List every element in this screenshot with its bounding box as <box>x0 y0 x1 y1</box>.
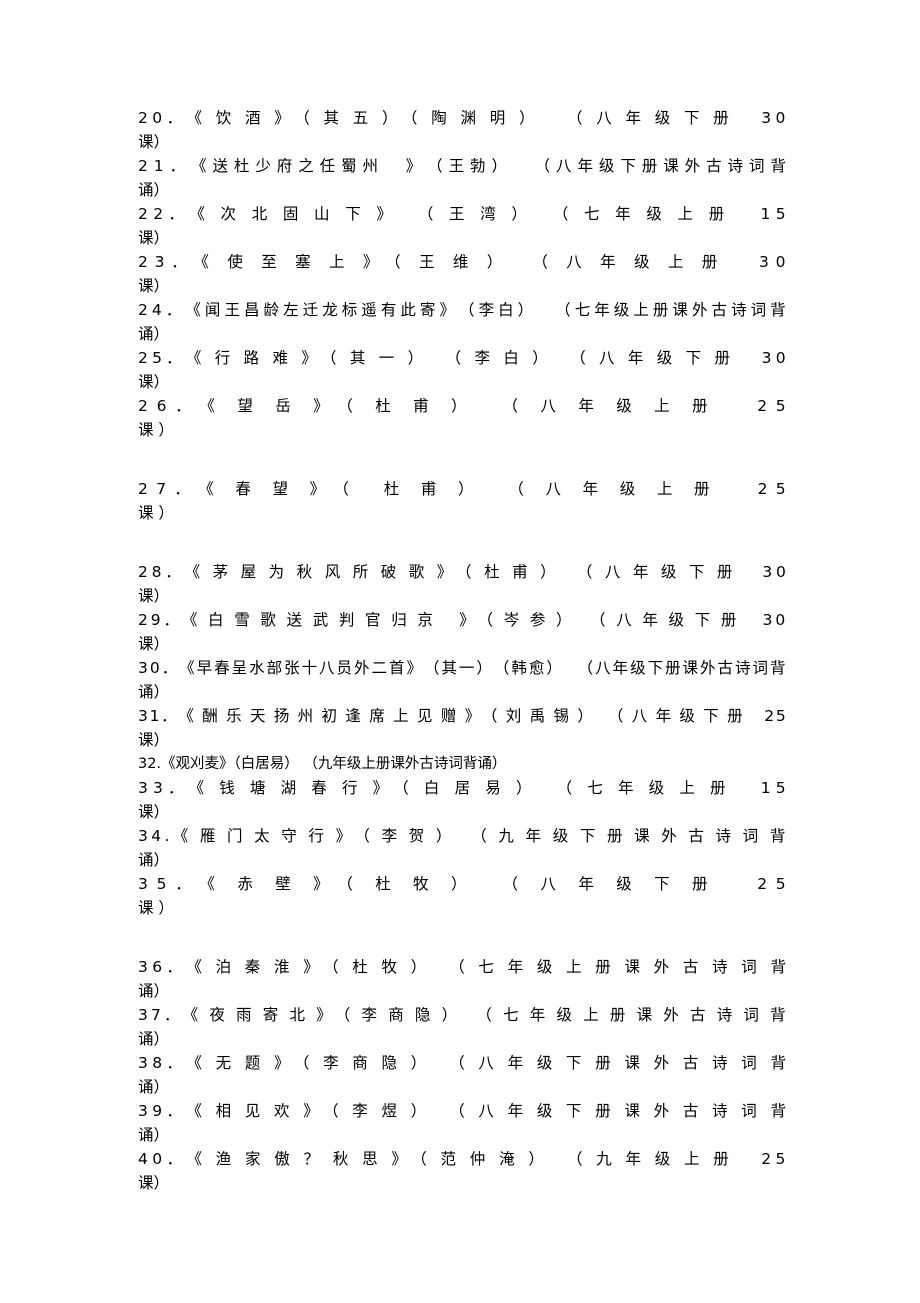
list-item: 2 4 ．《闻王昌龄左迁龙标遥有此寄》（李白） （七年级上册课外古诗词背诵） <box>138 298 786 346</box>
list-item-line-primary-text: 2 3 ．《 使 至 塞 上 》（ 王 维 ） （ 八 年 级 上 册 30 <box>138 253 786 271</box>
list-item-line-primary: 4 0 ．《 渔 家 傲 ？ 秋 思 》（ 范 仲 淹 ） （ 九 年 级 上 册 … <box>138 1147 786 1171</box>
list-item-line-primary: 3 1 ．《 酬 乐 天 扬 州 初 逢 席 上 见 赠 》（ 刘 禹 锡 ） （ … <box>138 704 786 728</box>
list-item: 3 1 ．《 酬 乐 天 扬 州 初 逢 席 上 见 赠 》（ 刘 禹 锡 ） （ … <box>138 704 786 752</box>
list-item-line-primary-text: 3 4. 《 雁 门 太 守 行 》（ 李 贺 ） （ 九 年 级 下 册 课 外 … <box>138 827 786 845</box>
list-item-line-primary: 3 0 ．《早春呈水部张十八员外二首》（其一）（韩愈） （八年级下册课外古诗词背 <box>138 656 786 680</box>
list-item-line-primary: 3 3 ．《 钱 塘 湖 春 行 》（ 白 居 易 ） （ 七 年 级 上 册 15 <box>138 776 786 800</box>
list-item-line-primary: 2 0 ．《 饮 酒 》（ 其 五 ）（ 陶 渊 明 ） （ 八 年 级 下 册 3… <box>138 106 786 130</box>
list-item-line-primary-text: 3 1 ．《 酬 乐 天 扬 州 初 逢 席 上 见 赠 》（ 刘 禹 锡 ） （ … <box>138 707 786 725</box>
list-item-line-primary: 2 7 ．《 春 望 》（ 杜 甫 ） （ 八 年 级 上 册 25 <box>138 477 786 501</box>
list-item-line-primary-text: 3 9 ．《 相 见 欢 》（ 李 煜 ） （ 八 年 级 下 册 课 外 古 诗 … <box>138 1102 786 1120</box>
list-item-line-primary: 3 4. 《 雁 门 太 守 行 》（ 李 贺 ） （ 九 年 级 下 册 课 外 … <box>138 824 786 848</box>
list-item-line-continuation: 课 ） <box>138 504 174 522</box>
list-item-line-continuation: 诵） <box>138 982 170 1000</box>
list-item-line-primary-text: 3 6 ．《 泊 秦 淮 》（ 杜 牧 ） （ 七 年 级 上 册 课 外 古 诗 … <box>138 958 786 976</box>
list-item-line-primary: 2 3 ．《 使 至 塞 上 》（ 王 维 ） （ 八 年 级 上 册 30 <box>138 250 786 274</box>
list-item: 2 6 ．《 望 岳 》（ 杜 甫 ） （ 八 年 级 上 册 25 课 ） <box>138 394 786 442</box>
list-item: 2 1 ．《送杜少府之任蜀州 》（王勃） （八年级下册课外古诗词背诵） <box>138 154 786 202</box>
list-item-line-primary-text: 2 9 ．《 白 雪 歌 送 武 判 官 归 京 》（ 岑 参 ） （ 八 年 级 … <box>138 611 786 629</box>
list-item-line-primary-text: 4 0 ．《 渔 家 傲 ？ 秋 思 》（ 范 仲 淹 ） （ 九 年 级 上 册 … <box>138 1150 786 1168</box>
list-item-line-primary-text: 3 5 ．《 赤 壁 》（ 杜 牧 ） （ 八 年 级 下 册 25 <box>138 875 786 893</box>
list-item-line-primary-text: 2 2 ．《 次 北 固 山 下 》 （ 王 湾 ） （ 七 年 级 上 册 15 <box>138 205 786 223</box>
list-item-line-primary: 2 8 ．《 茅 屋 为 秋 风 所 破 歌 》（ 杜 甫 ） （ 八 年 级 下 … <box>138 560 786 584</box>
list-item: 32.《观刈麦》（白居易） （九年级上册课外古诗词背诵） <box>138 752 786 776</box>
list-item: 3 3 ．《 钱 塘 湖 春 行 》（ 白 居 易 ） （ 七 年 级 上 册 15… <box>138 776 786 824</box>
list-item-line-primary-text: 2 5 ．《 行 路 难 》（ 其 一 ） （ 李 白 ） （ 八 年 级 下 册 … <box>138 349 786 367</box>
list-item: 2 0 ．《 饮 酒 》（ 其 五 ）（ 陶 渊 明 ） （ 八 年 级 下 册 3… <box>138 106 786 154</box>
list-item-line-continuation: 课） <box>138 803 170 821</box>
list-item-line-primary-text: 3 3 ．《 钱 塘 湖 春 行 》（ 白 居 易 ） （ 七 年 级 上 册 15 <box>138 779 786 797</box>
list-item-line-primary-text: 2 8 ．《 茅 屋 为 秋 风 所 破 歌 》（ 杜 甫 ） （ 八 年 级 下 … <box>138 563 786 581</box>
list-item: 3 8 ．《 无 题 》（ 李 商 隐 ） （ 八 年 级 下 册 课 外 古 诗 … <box>138 1051 786 1099</box>
list-item: 3 4. 《 雁 门 太 守 行 》（ 李 贺 ） （ 九 年 级 下 册 课 外 … <box>138 824 786 872</box>
list-item-line-continuation: 诵） <box>138 1126 170 1144</box>
list-item-line-continuation: 课） <box>138 635 170 653</box>
list-item-line-primary: 2 2 ．《 次 北 固 山 下 》 （ 王 湾 ） （ 七 年 级 上 册 15 <box>138 202 786 226</box>
list-item-line-primary: 3 7 ．《 夜 雨 寄 北 》（ 李 商 隐 ） （ 七 年 级 上 册 课 外 … <box>138 1003 786 1027</box>
list-item-line-primary: 3 8 ．《 无 题 》（ 李 商 隐 ） （ 八 年 级 下 册 课 外 古 诗 … <box>138 1051 786 1075</box>
list-item-line-primary-text: 2 6 ．《 望 岳 》（ 杜 甫 ） （ 八 年 级 上 册 25 <box>138 397 786 415</box>
list-item-line-continuation: 课 ） <box>138 421 174 439</box>
list-item-line-primary: 2 4 ．《闻王昌龄左迁龙标遥有此寄》（李白） （七年级上册课外古诗词背 <box>138 298 786 322</box>
list-item-line-continuation: 诵） <box>138 325 170 343</box>
list-item: 3 7 ．《 夜 雨 寄 北 》（ 李 商 隐 ） （ 七 年 级 上 册 课 外 … <box>138 1003 786 1051</box>
list-item-line-primary-text: 2 7 ．《 春 望 》（ 杜 甫 ） （ 八 年 级 上 册 25 <box>138 480 786 498</box>
list-item-line-primary: 3 5 ．《 赤 壁 》（ 杜 牧 ） （ 八 年 级 下 册 25 <box>138 872 786 896</box>
list-item-line-continuation: 诵） <box>138 181 170 199</box>
list-item-line-primary-text: 3 7 ．《 夜 雨 寄 北 》（ 李 商 隐 ） （ 七 年 级 上 册 课 外 … <box>138 1006 786 1024</box>
list-item-line-primary-text: 32.《观刈麦》（白居易） （九年级上册课外古诗词背诵） <box>138 756 507 772</box>
list-item-line-continuation: 诵） <box>138 851 170 869</box>
list-item: 3 5 ．《 赤 壁 》（ 杜 牧 ） （ 八 年 级 下 册 25 课 ） <box>138 872 786 920</box>
document-page: 2 0 ．《 饮 酒 》（ 其 五 ）（ 陶 渊 明 ） （ 八 年 级 下 册 3… <box>0 0 920 1303</box>
list-item-line-continuation: 课） <box>138 1174 170 1192</box>
list-item: 2 5 ．《 行 路 难 》（ 其 一 ） （ 李 白 ） （ 八 年 级 下 册 … <box>138 346 786 394</box>
list-item: 2 2 ．《 次 北 固 山 下 》 （ 王 湾 ） （ 七 年 级 上 册 15 课… <box>138 202 786 250</box>
list-item: 2 7 ．《 春 望 》（ 杜 甫 ） （ 八 年 级 上 册 25 课 ） <box>138 477 786 525</box>
list-item: 2 9 ．《 白 雪 歌 送 武 判 官 归 京 》（ 岑 参 ） （ 八 年 级 … <box>138 608 786 656</box>
list-item-line-continuation: 课 ） <box>138 899 174 917</box>
list-item: 3 9 ．《 相 见 欢 》（ 李 煜 ） （ 八 年 级 下 册 课 外 古 诗 … <box>138 1099 786 1147</box>
list-item-line-continuation: 课） <box>138 587 170 605</box>
list-item-line-continuation: 诵） <box>138 683 170 701</box>
list-item-line-primary-text: 2 0 ．《 饮 酒 》（ 其 五 ）（ 陶 渊 明 ） （ 八 年 级 下 册 3… <box>138 109 786 127</box>
list-item-line-primary: 32.《观刈麦》（白居易） （九年级上册课外古诗词背诵） <box>138 752 786 776</box>
list-item-line-primary: 2 5 ．《 行 路 难 》（ 其 一 ） （ 李 白 ） （ 八 年 级 下 册 … <box>138 346 786 370</box>
list-item: 4 0 ．《 渔 家 傲 ？ 秋 思 》（ 范 仲 淹 ） （ 九 年 级 上 册 … <box>138 1147 786 1195</box>
list-item: 3 6 ．《 泊 秦 淮 》（ 杜 牧 ） （ 七 年 级 上 册 课 外 古 诗 … <box>138 955 786 1003</box>
list-item-line-primary-text: 2 1 ．《送杜少府之任蜀州 》（王勃） （八年级下册课外古诗词背 <box>138 157 786 175</box>
list-item-line-continuation: 课） <box>138 133 170 151</box>
list-item-line-continuation: 诵） <box>138 1078 170 1096</box>
list-item-line-continuation: 课） <box>138 277 170 295</box>
list-item-line-continuation: 课） <box>138 229 170 247</box>
list-item: 3 0 ．《早春呈水部张十八员外二首》（其一）（韩愈） （八年级下册课外古诗词背诵） <box>138 656 786 704</box>
poem-list: 2 0 ．《 饮 酒 》（ 其 五 ）（ 陶 渊 明 ） （ 八 年 级 下 册 3… <box>138 106 786 1195</box>
list-item-line-primary: 2 6 ．《 望 岳 》（ 杜 甫 ） （ 八 年 级 上 册 25 <box>138 394 786 418</box>
list-item: 2 3 ．《 使 至 塞 上 》（ 王 维 ） （ 八 年 级 上 册 3 0 课） <box>138 250 786 298</box>
list-item-line-primary: 2 9 ．《 白 雪 歌 送 武 判 官 归 京 》（ 岑 参 ） （ 八 年 级 … <box>138 608 786 632</box>
list-item-line-primary: 2 1 ．《送杜少府之任蜀州 》（王勃） （八年级下册课外古诗词背 <box>138 154 786 178</box>
list-item-line-primary-text: 3 8 ．《 无 题 》（ 李 商 隐 ） （ 八 年 级 下 册 课 外 古 诗 … <box>138 1054 786 1072</box>
list-item-line-continuation: 诵） <box>138 1030 170 1048</box>
list-item-line-primary-text: 2 4 ．《闻王昌龄左迁龙标遥有此寄》（李白） （七年级上册课外古诗词背 <box>138 301 786 319</box>
list-item-line-primary-text: 3 0 ．《早春呈水部张十八员外二首》（其一）（韩愈） （八年级下册课外古诗词背 <box>138 659 786 677</box>
list-item: 2 8 ．《 茅 屋 为 秋 风 所 破 歌 》（ 杜 甫 ） （ 八 年 级 下 … <box>138 560 786 608</box>
list-item-line-continuation: 课） <box>138 373 170 391</box>
list-item-line-primary: 3 9 ．《 相 见 欢 》（ 李 煜 ） （ 八 年 级 下 册 课 外 古 诗 … <box>138 1099 786 1123</box>
list-item-line-primary: 3 6 ．《 泊 秦 淮 》（ 杜 牧 ） （ 七 年 级 上 册 课 外 古 诗 … <box>138 955 786 979</box>
list-item-line-continuation: 课） <box>138 731 170 749</box>
